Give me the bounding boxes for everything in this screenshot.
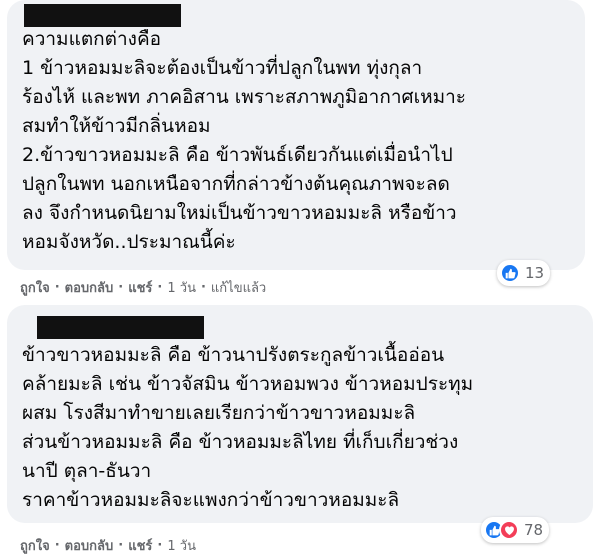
separator-dot: · [157,538,163,553]
reaction-summary[interactable]: 78 [481,517,550,543]
reply-action[interactable]: ตอบกลับ [65,277,114,298]
share-action[interactable]: แชร์ [128,277,152,298]
like-action[interactable]: ถูกใจ [20,277,50,298]
comment-text: ข้าวขาวหอมมะลิ คือ ข้าวนาปรังตระกูลข้าวเ… [22,341,592,515]
separator-dot: · [118,280,124,295]
comment-text-line: ราคาข้าวหอมมะลิจะแพงกว่าข้าวขาวหอมมะลิ [22,489,400,511]
comment-text-line: ข้าวขาวหอมมะลิ คือ ข้าวนาปรังตระกูลข้าวเ… [22,344,445,366]
comment-text-line: สมทำให้ข้าวมีกลิ่นหอม [22,115,211,137]
author-name-redacted[interactable] [37,316,204,339]
comment-text-line: นาปี ตุลา-ธันวา [22,460,152,482]
comment-text: ความแตกต่างคือ 1 ข้าวหอมมะลิจะต้องเป็นข้า… [22,25,582,257]
like-icon [500,263,520,283]
comment-text-line: 1 ข้าวหอมมะลิจะต้องเป็นข้าวที่ปลูกในพท ท… [22,57,423,79]
separator-dot: · [157,280,163,295]
love-icon [499,520,519,540]
comment-actions: ถูกใจ · ตอบกลับ · แชร์ · 1 วัน [20,535,196,556]
timestamp[interactable]: 1 วัน [167,277,196,298]
reaction-count: 13 [525,264,545,282]
comment-text-line: คล้ายมะลิ เช่น ข้าวจัสมิน ข้าวหอมพวง ข้า… [22,373,474,395]
comment-text-line: ปลูกในพท นอกเหนือจากที่กล่าวข้างต้นคุณภา… [22,173,450,195]
comment-text-line: ความแตกต่างคือ [22,28,162,50]
comment-text-line: 2.ข้าวขาวหอมมะลิ คือ ข้าวพันธ์เดียวกันแต… [22,144,453,166]
reaction-summary[interactable]: 13 [497,260,551,286]
comment-actions: ถูกใจ · ตอบกลับ · แชร์ · 1 วัน · แก้ไขแล… [20,277,266,298]
reaction-count: 78 [524,521,544,539]
comment-text-line: ผสม โรงสีมาทำขายเลยเรียกว่าข้าวขาวหอมมะล… [22,402,416,424]
comment-text-line: ส่วนข้าวหอมมะลิ คือ ข้าวหอมมะลิไทย ที่เก… [22,431,459,453]
separator-dot: · [54,538,60,553]
like-action[interactable]: ถูกใจ [20,535,50,556]
comment-text-line: หอมจังหวัด..ประมาณนี้ค่ะ [22,231,236,253]
separator-dot: · [200,280,206,295]
separator-dot: · [118,538,124,553]
author-name-redacted[interactable] [24,4,181,27]
comment-text-line: ร้องไห้ และพท ภาคอิสาน เพราะสภาพภูมิอากา… [22,86,466,108]
comment-text-line: ลง จึงกำหนดนิยามใหม่เป็นข้าวขาวหอมมะลิ ห… [22,202,457,224]
reply-action[interactable]: ตอบกลับ [65,535,114,556]
timestamp[interactable]: 1 วัน [167,535,196,556]
separator-dot: · [54,280,60,295]
edited-label[interactable]: แก้ไขแล้ว [211,277,266,298]
share-action[interactable]: แชร์ [128,535,152,556]
